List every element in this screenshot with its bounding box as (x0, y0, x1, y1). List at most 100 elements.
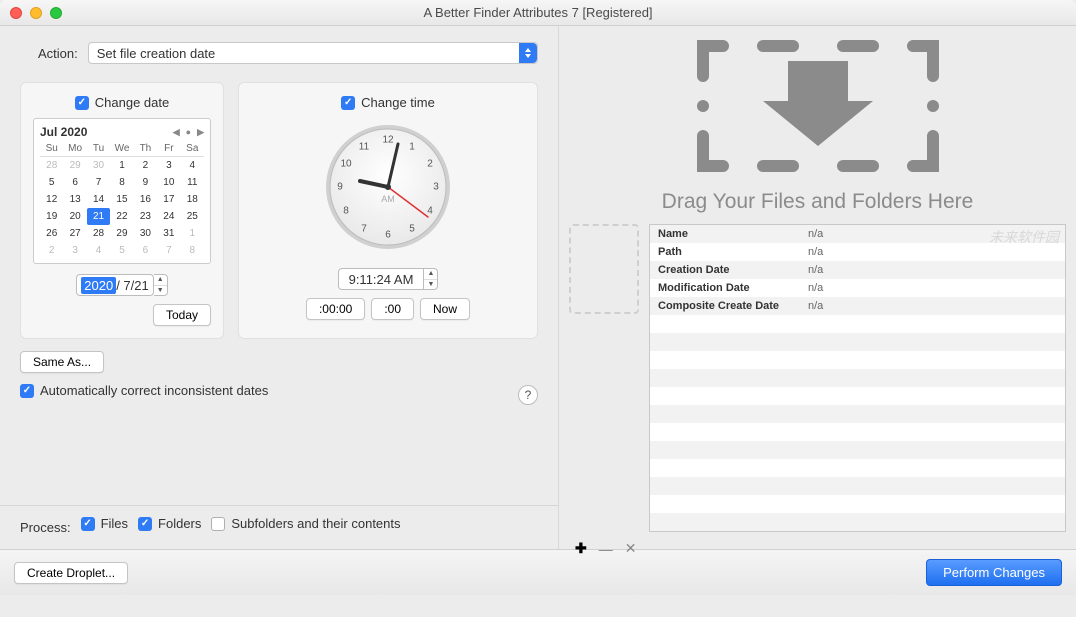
calendar-day[interactable]: 1 (110, 157, 133, 174)
stepper-up-icon[interactable]: ▲ (424, 269, 437, 280)
process-subfolders-checkbox[interactable] (211, 517, 225, 531)
calendar-day[interactable]: 5 (40, 174, 63, 191)
remove-file-button[interactable]: — (599, 541, 613, 557)
process-files-checkbox[interactable] (81, 517, 95, 531)
calendar-day[interactable]: 8 (110, 174, 133, 191)
stepper-down-icon[interactable]: ▼ (154, 286, 167, 296)
details-row-empty (650, 387, 1065, 405)
calendar-month-year: Jul 2020 (40, 125, 87, 139)
calendar-day[interactable]: 13 (63, 191, 86, 208)
add-file-button[interactable]: ✚ (575, 540, 587, 557)
calendar-day[interactable]: 22 (110, 208, 133, 225)
help-button[interactable]: ? (518, 385, 538, 405)
stepper-up-icon[interactable]: ▲ (154, 275, 167, 286)
calendar-day[interactable]: 25 (181, 208, 204, 225)
date-input-year: 2020 (81, 277, 116, 294)
now-button[interactable]: Now (420, 298, 470, 320)
calendar-next-icon[interactable]: ▶ (197, 127, 204, 138)
change-date-checkbox[interactable] (75, 96, 89, 110)
calendar-day[interactable]: 15 (110, 191, 133, 208)
svg-text:12: 12 (382, 135, 394, 146)
details-row: Namen/a (650, 225, 1065, 243)
dropzone[interactable]: Drag Your Files and Folders Here (559, 26, 1076, 214)
date-input[interactable]: 2020/ 7/21 (76, 274, 153, 296)
calendar-day[interactable]: 17 (157, 191, 180, 208)
calendar-day[interactable]: 5 (110, 242, 133, 259)
change-time-label: Change time (361, 95, 435, 110)
calendar-day[interactable]: 27 (63, 225, 86, 242)
window-title: A Better Finder Attributes 7 [Registered… (0, 5, 1076, 20)
calendar-day[interactable]: 29 (110, 225, 133, 242)
calendar-day[interactable]: 3 (157, 157, 180, 174)
calendar-day[interactable]: 21 (87, 208, 110, 225)
calendar-day[interactable]: 4 (87, 242, 110, 259)
calendar-day[interactable]: 2 (40, 242, 63, 259)
create-droplet-button[interactable]: Create Droplet... (14, 562, 128, 584)
calendar-day[interactable]: 24 (157, 208, 180, 225)
stepper-down-icon[interactable]: ▼ (424, 280, 437, 290)
time-input[interactable]: 9:11:24 AM (338, 268, 425, 290)
change-time-checkbox[interactable] (341, 96, 355, 110)
calendar-day[interactable]: 2 (134, 157, 157, 174)
file-details-table: 未来软件园 Namen/aPathn/aCreation Daten/aModi… (649, 224, 1066, 532)
details-row: Modification Daten/a (650, 279, 1065, 297)
calendar-day[interactable]: 23 (134, 208, 157, 225)
analog-clock-icon[interactable]: 1212 345 678 91011 AM (323, 122, 453, 252)
action-select[interactable]: Set file creation date (88, 42, 538, 64)
calendar-day[interactable]: 26 (40, 225, 63, 242)
calendar-day[interactable]: 14 (87, 191, 110, 208)
details-row-empty (650, 351, 1065, 369)
details-label: Composite Create Date (658, 300, 808, 312)
change-time-panel: Change time 12 1 (238, 82, 538, 339)
calendar-day[interactable]: 28 (87, 225, 110, 242)
calendar-day[interactable]: 16 (134, 191, 157, 208)
process-folders-checkbox[interactable] (138, 517, 152, 531)
minimize-icon[interactable] (30, 7, 42, 19)
calendar-day[interactable]: 7 (87, 174, 110, 191)
calendar-day[interactable]: 28 (40, 157, 63, 174)
calendar-day[interactable]: 18 (181, 191, 204, 208)
calendar-day[interactable]: 29 (63, 157, 86, 174)
calendar-day[interactable]: 10 (157, 174, 180, 191)
calendar-prev-icon[interactable]: ◀ (173, 127, 180, 138)
process-subfolders-label: Subfolders and their contents (231, 516, 400, 531)
calendar-day[interactable]: 8 (181, 242, 204, 259)
zero-seconds-button[interactable]: :00 (371, 298, 414, 320)
zero-seconds-full-button[interactable]: :00:00 (306, 298, 365, 320)
calendar-day[interactable]: 1 (181, 225, 204, 242)
details-row-empty (650, 423, 1065, 441)
calendar-day[interactable]: 6 (134, 242, 157, 259)
details-row-empty (650, 315, 1065, 333)
details-row: Pathn/a (650, 243, 1065, 261)
calendar-day[interactable]: 19 (40, 208, 63, 225)
close-icon[interactable] (10, 7, 22, 19)
calendar-day[interactable]: 9 (134, 174, 157, 191)
time-stepper[interactable]: ▲▼ (424, 268, 438, 290)
calendar-dow: Su (40, 141, 63, 157)
same-as-button[interactable]: Same As... (20, 351, 104, 373)
svg-text:1: 1 (409, 142, 415, 153)
details-value: n/a (808, 282, 823, 294)
calendar-day[interactable]: 20 (63, 208, 86, 225)
right-pane: Drag Your Files and Folders Here 未来软件园 N… (558, 26, 1076, 549)
maximize-icon[interactable] (50, 7, 62, 19)
calendar-day[interactable]: 6 (63, 174, 86, 191)
clear-files-button[interactable]: ✕ (625, 540, 637, 557)
calendar-day[interactable]: 3 (63, 242, 86, 259)
perform-changes-button[interactable]: Perform Changes (926, 559, 1062, 586)
calendar-day[interactable]: 30 (87, 157, 110, 174)
calendar-day[interactable]: 30 (134, 225, 157, 242)
auto-correct-checkbox[interactable] (20, 384, 34, 398)
details-value: n/a (808, 228, 823, 240)
calendar-day[interactable]: 11 (181, 174, 204, 191)
svg-text:5: 5 (409, 224, 415, 235)
calendar-day[interactable]: 31 (157, 225, 180, 242)
date-stepper[interactable]: ▲▼ (154, 274, 168, 296)
clock-ampm: AM (381, 194, 395, 204)
calendar-day[interactable]: 4 (181, 157, 204, 174)
calendar-today-dot-icon[interactable]: ● (186, 127, 191, 137)
calendar-day[interactable]: 12 (40, 191, 63, 208)
today-button[interactable]: Today (153, 304, 211, 326)
calendar-day[interactable]: 7 (157, 242, 180, 259)
details-row-empty (650, 441, 1065, 459)
